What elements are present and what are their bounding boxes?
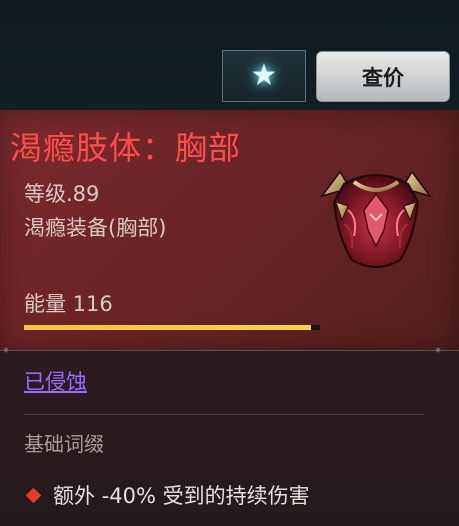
- favorite-button[interactable]: ★: [222, 50, 306, 102]
- divider: [24, 414, 424, 415]
- item-card: 渴瘾肢体：胸部 等级.89 渴瘾装备(胸部) 能量 116 已侵蚀 基础词缀 额…: [0, 110, 459, 526]
- star-icon: ★: [250, 58, 278, 93]
- energy-bar-fill: [24, 325, 312, 330]
- base-affix-title: 基础词缀: [24, 432, 104, 456]
- item-level: 等级.89: [24, 182, 100, 206]
- corrupted-status-link[interactable]: 已侵蚀: [24, 366, 87, 396]
- affix-line: 额外 -40% 受到的持续伤害: [24, 480, 310, 510]
- item-type: 渴瘾装备(胸部): [24, 216, 167, 240]
- affix-text: 额外 -40% 受到的持续伤害: [53, 484, 310, 508]
- item-tooltip-screen: ★ 查价 渴瘾肢体：胸部 等级.89 渴瘾装备(胸部) 能量 116 已侵蚀 基…: [0, 0, 459, 526]
- item-name: 渴瘾肢体：胸部: [10, 129, 242, 167]
- item-card-header: 渴瘾肢体：胸部 等级.89 渴瘾装备(胸部) 能量 116: [0, 110, 459, 350]
- energy-label: 能量 116: [24, 292, 113, 316]
- diamond-icon: [25, 487, 42, 503]
- chest-armor-icon: [320, 170, 432, 268]
- energy-bar: [24, 325, 320, 330]
- divider: [0, 350, 459, 351]
- price-check-button[interactable]: 查价: [316, 51, 450, 102]
